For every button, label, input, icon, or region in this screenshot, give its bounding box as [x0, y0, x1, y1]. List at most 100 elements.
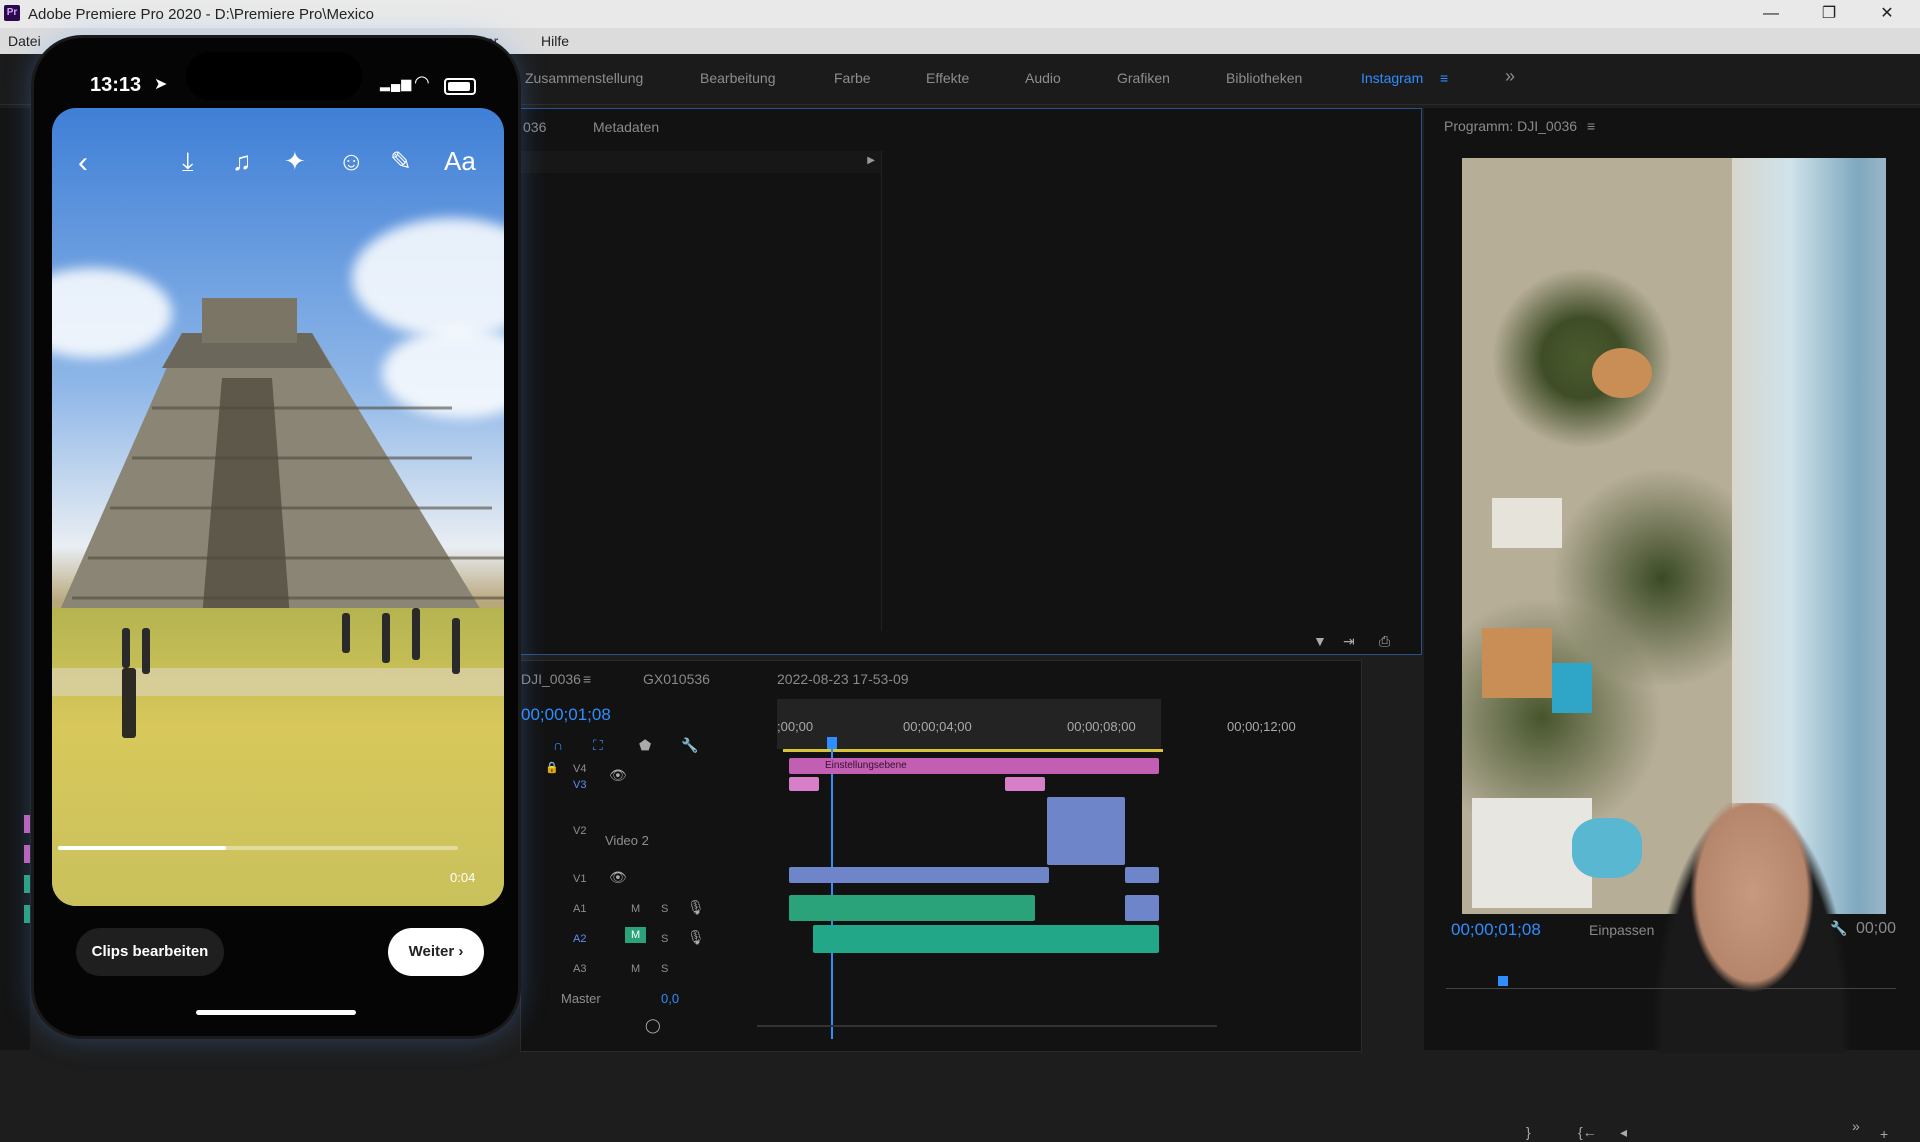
sticker-icon[interactable]: ☺ [338, 146, 365, 177]
a1-audio-clip-b[interactable] [1125, 895, 1159, 921]
next-button[interactable]: Weiter › [388, 928, 484, 976]
fit-dropdown[interactable]: Einpassen [1589, 922, 1654, 938]
mute-a3[interactable]: M [631, 963, 640, 975]
program-end-timecode: 00;00 [1856, 920, 1897, 937]
draw-icon[interactable]: ✎ [390, 146, 412, 177]
tab-bibliotheken[interactable]: Bibliotheken [1226, 70, 1302, 86]
timeline-tab-menu-icon[interactable]: ≡ [583, 671, 591, 687]
v3-clip-a[interactable] [789, 777, 819, 791]
source-monitor-panel: 036 Metadaten ▶ ▼ ⇥ ⎙ [520, 108, 1422, 655]
v1-clip-b[interactable] [1125, 867, 1159, 883]
ruler-label-4: 00;00;04;00 [903, 719, 972, 734]
program-title: Programm: DJI_0036 [1444, 118, 1578, 134]
track-a3[interactable]: A3 [573, 963, 586, 975]
work-area-bar[interactable] [783, 749, 1163, 752]
edit-clips-button[interactable]: Clips bearbeiten [76, 928, 224, 976]
v3-clip-b[interactable] [1005, 777, 1045, 791]
track-a1[interactable]: A1 [573, 903, 586, 915]
zoom-scroll-handle[interactable]: ◯ [645, 1017, 661, 1034]
tab-effekte[interactable]: Effekte [926, 70, 969, 86]
track-v2[interactable]: V2 [573, 825, 586, 837]
mute-a2[interactable]: M [625, 927, 647, 943]
tab-audio[interactable]: Audio [1025, 70, 1061, 86]
track-a2[interactable]: A2 [573, 933, 586, 945]
add-button-icon[interactable]: + [1880, 1126, 1888, 1142]
mic-icon-a2[interactable]: 🎙 [687, 929, 705, 946]
track-v1[interactable]: V1 [573, 873, 586, 885]
text-tool-icon[interactable]: Aa [444, 146, 476, 177]
phone-mockup: 13:13 ➤ ▂▄▆ ◠ ‹ ⤓ ♫ ✦ ☺ ✎ Aa 0:04 Clips … [34, 38, 518, 1036]
story-progress-fill [58, 846, 226, 850]
program-scrubber[interactable] [1446, 968, 1896, 989]
playhead-line [831, 749, 833, 1039]
tab-instagram[interactable]: Instagram [1361, 70, 1423, 86]
adjustment-layer-clip[interactable]: Einstellungsebene [789, 758, 1159, 774]
workspace-menu-icon[interactable]: ≡ [1440, 70, 1448, 86]
tab-grafiken[interactable]: Grafiken [1117, 70, 1170, 86]
close-button[interactable]: ✕ [1864, 2, 1910, 26]
source-tab[interactable]: 036 [523, 119, 546, 135]
add-marker-icon[interactable]: ⬟ [639, 737, 651, 754]
snap-icon[interactable]: ∩ [553, 737, 563, 753]
program-menu-icon[interactable]: ≡ [1587, 118, 1595, 134]
mic-icon-a1[interactable]: 🎙 [687, 899, 705, 916]
track-v4[interactable]: V4 [573, 763, 586, 775]
battery-icon [444, 78, 476, 95]
eye-icon-v4[interactable]: 👁 [609, 767, 627, 784]
timeline-timecode[interactable]: 00;00;01;08 [521, 705, 611, 725]
workspace-overflow-icon[interactable]: » [1505, 66, 1515, 87]
tab-bearbeitung[interactable]: Bearbeitung [700, 70, 776, 86]
eye-icon-v1[interactable]: 👁 [609, 869, 627, 886]
minimize-button[interactable]: — [1748, 2, 1794, 26]
program-monitor-panel: Programm: DJI_0036 ≡ 00;00;01;08 Einpass… [1424, 108, 1920, 1142]
a1-audio-clip[interactable] [789, 895, 1035, 921]
music-icon[interactable]: ♫ [232, 146, 252, 177]
mute-a1[interactable]: M [631, 903, 640, 915]
timeline-tab-dji[interactable]: DJI_0036 [521, 671, 581, 687]
download-icon[interactable]: ⤓ [182, 146, 194, 178]
solo-a1[interactable]: S [661, 903, 668, 915]
timeline-scrollbar[interactable] [757, 1025, 1217, 1027]
tab-farbe[interactable]: Farbe [834, 70, 871, 86]
timeline-tab-gx[interactable]: GX010536 [643, 671, 710, 687]
v1-clip-a[interactable] [789, 867, 1049, 883]
menu-help[interactable]: Hilfe [541, 33, 569, 49]
master-value[interactable]: 0,0 [661, 991, 679, 1006]
restore-button[interactable]: ❐ [1806, 2, 1852, 26]
ruler-label-12: 00;00;12;00 [1227, 719, 1296, 734]
dynamic-island [186, 52, 362, 100]
clip-time: 0:04 [450, 870, 476, 885]
wrench-icon[interactable]: 🔧 [1830, 920, 1847, 937]
program-timecode[interactable]: 00;00;01;08 [1451, 920, 1541, 940]
back-chevron-icon[interactable]: ‹ [78, 146, 88, 180]
playhead-handle[interactable] [827, 737, 837, 749]
solo-a2[interactable]: S [661, 933, 668, 945]
step-back-icon[interactable]: ◂ [1620, 1124, 1627, 1141]
menu-file[interactable]: Datei [8, 33, 41, 49]
filter-icon[interactable]: ▼ [1313, 633, 1327, 649]
effects-sparkle-icon[interactable]: ✦ [284, 146, 306, 177]
story-editor-preview[interactable]: ‹ ⤓ ♫ ✦ ☺ ✎ Aa 0:04 [52, 108, 504, 906]
metadata-tab[interactable]: Metadaten [593, 119, 659, 135]
expand-arrow-icon[interactable]: ▶ [867, 155, 875, 166]
mark-in-icon[interactable]: } [1526, 1124, 1531, 1140]
webcam-overlay [1652, 803, 1852, 1053]
track-v3[interactable]: V3 [573, 779, 586, 791]
solo-a3[interactable]: S [661, 963, 668, 975]
goto-in-icon[interactable]: {← [1578, 1124, 1597, 1140]
a2-audio-clip[interactable] [813, 925, 1159, 953]
program-video-frame [1462, 158, 1886, 914]
v2-clip[interactable] [1047, 797, 1125, 865]
linked-selection-icon[interactable]: ⛶ [593, 737, 603, 754]
timeline-tab-date[interactable]: 2022-08-23 17-53-09 [777, 671, 909, 687]
timeline-panel: DJI_0036 ≡ GX010536 2022-08-23 17-53-09 … [520, 660, 1362, 1052]
lock-icon-v4[interactable]: 🔒 [545, 761, 559, 774]
tab-zusammenstellung[interactable]: Zusammenstellung [525, 70, 643, 86]
share-icon[interactable]: ⎙ [1379, 633, 1390, 650]
signal-icon: ▂▄▆ [380, 76, 413, 91]
timeline-settings-icon[interactable]: 🔧 [681, 737, 698, 754]
adjustment-clip-label: Einstellungsebene [825, 760, 907, 771]
more-controls-icon[interactable]: » [1852, 1118, 1860, 1134]
export-icon[interactable]: ⇥ [1343, 633, 1355, 650]
story-progress[interactable] [58, 846, 458, 850]
